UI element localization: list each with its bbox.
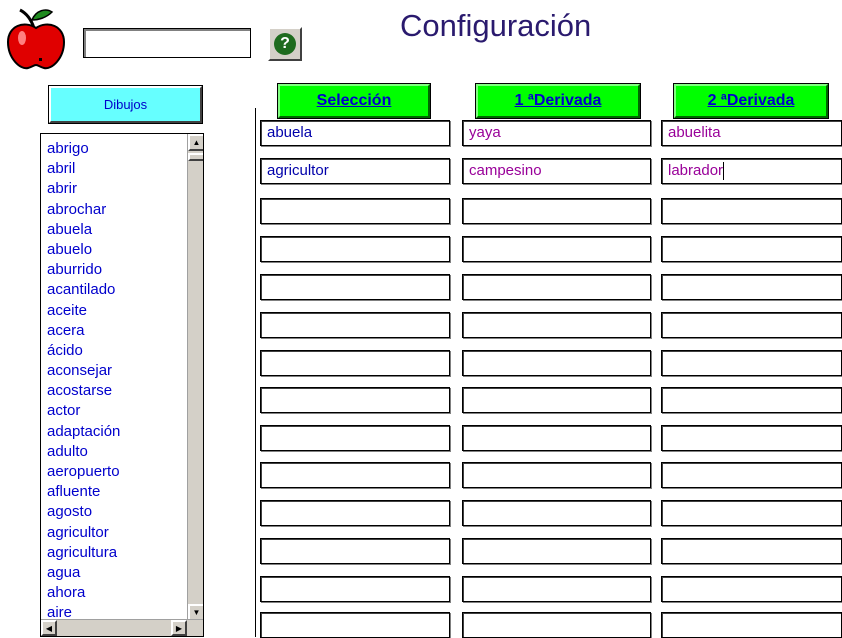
list-item[interactable]: agricultura (47, 543, 187, 563)
list-item[interactable]: agosto (47, 502, 187, 522)
list-item[interactable]: abrir (47, 179, 187, 199)
list-item[interactable]: aconsejar (47, 361, 187, 381)
word-list-items: abrigo abril abrir abrochar abuela abuelo abur… (47, 139, 187, 624)
list-item[interactable]: acantilado (47, 280, 187, 300)
row-8-col-2-field[interactable] (462, 387, 651, 413)
horizontal-scrollbar[interactable]: ◀ ▶ (41, 619, 203, 636)
field-text: campesino (469, 162, 542, 179)
row-7-col-1-field[interactable] (260, 350, 450, 376)
field-text: abuelita (668, 124, 721, 141)
row-9-col-1-field[interactable] (260, 425, 450, 451)
row-13-col-1-field[interactable] (260, 576, 450, 602)
row-3-col-1-field[interactable] (260, 198, 450, 224)
row-1-col-3-field[interactable]: abuelita (661, 120, 842, 146)
row-12-col-1-field[interactable] (260, 538, 450, 564)
apple-logo-icon (6, 8, 66, 70)
row-4-col-1-field[interactable] (260, 236, 450, 262)
column-divider (255, 108, 256, 637)
help-button[interactable]: ? (268, 27, 302, 61)
tab-derivada-2[interactable]: 2 ªDerivada (673, 83, 829, 119)
text-caret (723, 162, 725, 181)
row-6-col-3-field[interactable] (661, 312, 842, 338)
row-13-col-3-field[interactable] (661, 576, 842, 602)
row-7-col-2-field[interactable] (462, 350, 651, 376)
scroll-up-icon[interactable]: ▲ (188, 134, 203, 151)
field-text: abuela (267, 124, 313, 141)
row-9-col-3-field[interactable] (661, 425, 842, 451)
row-10-col-3-field[interactable] (661, 462, 842, 488)
list-item[interactable]: adulto (47, 442, 187, 462)
row-4-col-2-field[interactable] (462, 236, 651, 262)
list-item[interactable]: actor (47, 401, 187, 421)
help-icon: ? (274, 33, 296, 55)
row-3-col-3-field[interactable] (661, 198, 842, 224)
tab-derivada-1[interactable]: 1 ªDerivada (475, 83, 641, 119)
word-list[interactable]: abrigo abril abrir abrochar abuela abuelo abur… (40, 133, 204, 637)
list-item[interactable]: acostarse (47, 381, 187, 401)
row-11-col-1-field[interactable] (260, 500, 450, 526)
page-title: Configuración (400, 8, 592, 43)
row-2-col-1-field[interactable]: agricultor (260, 158, 450, 184)
row-2-col-2-field[interactable]: campesino (462, 158, 651, 184)
vertical-scrollbar[interactable]: ▲ ▼ (187, 134, 203, 621)
row-13-col-2-field[interactable] (462, 576, 651, 602)
row-9-col-2-field[interactable] (462, 425, 651, 451)
tab-seleccion[interactable]: Selección (277, 83, 431, 119)
row-5-col-2-field[interactable] (462, 274, 651, 300)
row-11-col-3-field[interactable] (661, 500, 842, 526)
scroll-left-icon[interactable]: ◀ (41, 620, 57, 636)
row-14-col-3-field[interactable] (661, 612, 842, 638)
row-14-col-2-field[interactable] (462, 612, 651, 638)
list-item[interactable]: aburrido (47, 260, 187, 280)
scroll-right-icon[interactable]: ▶ (171, 620, 187, 636)
row-5-col-1-field[interactable] (260, 274, 450, 300)
list-item[interactable]: aeropuerto (47, 462, 187, 482)
row-1-col-1-field[interactable]: abuela (260, 120, 450, 146)
row-6-col-1-field[interactable] (260, 312, 450, 338)
list-item[interactable]: afluente (47, 482, 187, 502)
list-item[interactable]: acera (47, 321, 187, 341)
list-item[interactable]: adaptación (47, 422, 187, 442)
list-item[interactable]: ácido (47, 341, 187, 361)
row-1-col-2-field[interactable]: yaya (462, 120, 651, 146)
row-7-col-3-field[interactable] (661, 350, 842, 376)
row-14-col-1-field[interactable] (260, 612, 450, 638)
row-10-col-2-field[interactable] (462, 462, 651, 488)
list-item[interactable]: agricultor (47, 523, 187, 543)
list-item[interactable]: abrigo (47, 139, 187, 159)
list-item[interactable]: abuelo (47, 240, 187, 260)
scroll-thumb[interactable] (188, 153, 203, 161)
list-item[interactable]: aceite (47, 301, 187, 321)
list-item[interactable]: ahora (47, 583, 187, 603)
row-8-col-3-field[interactable] (661, 387, 842, 413)
row-5-col-3-field[interactable] (661, 274, 842, 300)
row-8-col-1-field[interactable] (260, 387, 450, 413)
row-2-col-3-field[interactable]: labrador (661, 158, 842, 184)
list-item[interactable]: abuela (47, 220, 187, 240)
search-input[interactable] (83, 28, 251, 58)
list-item[interactable]: agua (47, 563, 187, 583)
row-6-col-2-field[interactable] (462, 312, 651, 338)
row-12-col-3-field[interactable] (661, 538, 842, 564)
list-item[interactable]: abrochar (47, 200, 187, 220)
row-12-col-2-field[interactable] (462, 538, 651, 564)
field-text: agricultor (267, 162, 329, 179)
field-text: yaya (469, 124, 501, 141)
dibujos-button[interactable]: Dibujos (48, 85, 203, 124)
row-10-col-1-field[interactable] (260, 462, 450, 488)
list-item[interactable]: abril (47, 159, 187, 179)
row-4-col-3-field[interactable] (661, 236, 842, 262)
row-3-col-2-field[interactable] (462, 198, 651, 224)
field-text: labrador (668, 162, 724, 179)
row-11-col-2-field[interactable] (462, 500, 651, 526)
